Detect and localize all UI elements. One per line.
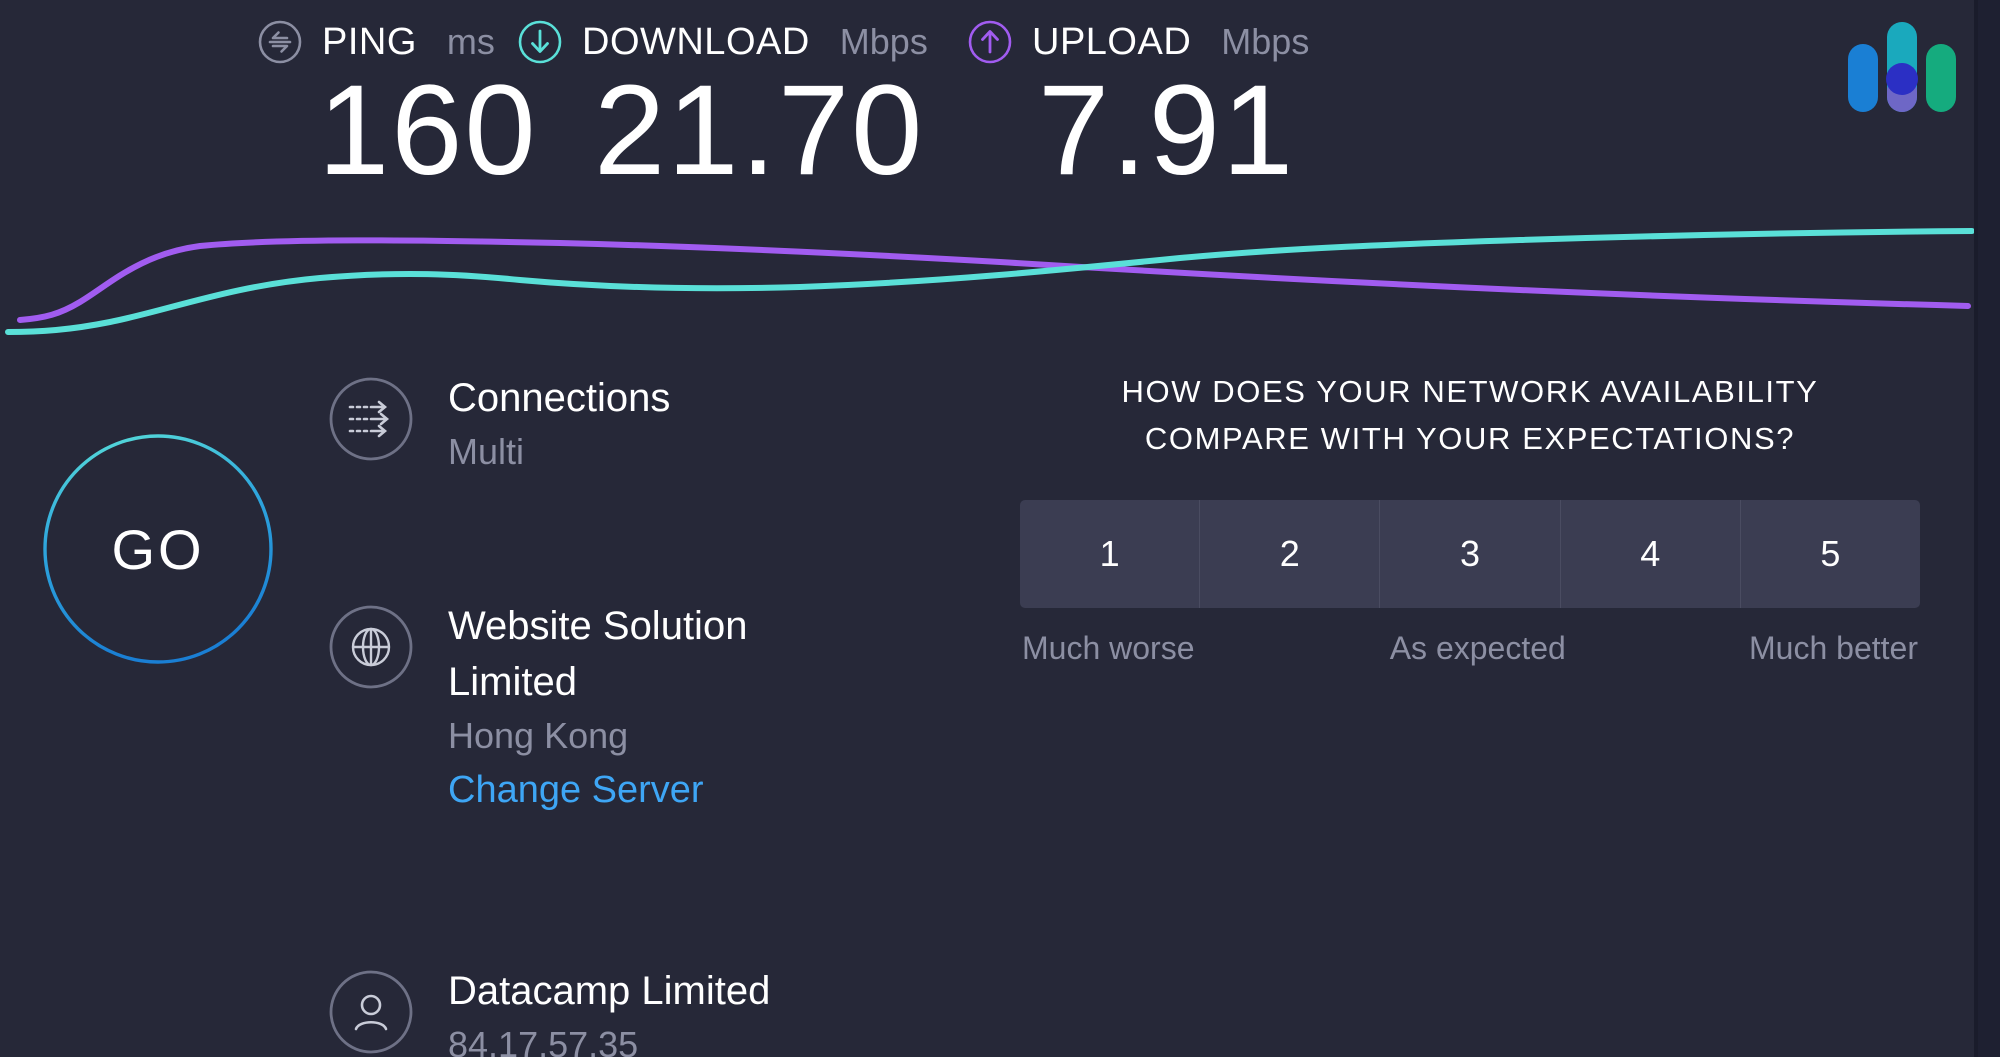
rating-option-2[interactable]: 2 [1200,500,1381,609]
connection-info: Connections Multi Website Solution Limit… [320,376,800,1057]
isp-name: Datacamp Limited [448,969,771,1014]
metric-ping-value: 160 [318,59,538,202]
rating-option-3[interactable]: 3 [1380,500,1561,609]
rating-option-5[interactable]: 5 [1740,500,1920,609]
scale-label-low: Much worse [1022,630,1195,667]
info-row-server: Website Solution Limited Hong Kong Chang… [320,598,800,819]
metric-ping: PING ms 160 [258,14,538,202]
info-row-isp: Datacamp Limited 84.17.57.35 [320,963,800,1057]
graph-line-download [5,228,1975,335]
go-button[interactable]: GO [42,433,274,665]
globe-icon [328,604,414,690]
metric-download-unit: Mbps [839,21,928,62]
metric-download: DOWNLOAD Mbps 21.70 [518,14,928,202]
connections-value: Multi [448,431,525,472]
metric-upload-unit: Mbps [1221,21,1310,62]
metric-download-value: 21.70 [594,59,925,202]
go-button-label: GO [111,517,205,581]
metric-upload: UPLOAD Mbps 7.91 [968,14,1310,202]
speedtest-ookla-logo[interactable] [1840,8,1960,113]
survey-question: HOW DOES YOUR NETWORK AVAILABILITY COMPA… [1121,374,1819,457]
metric-upload-value: 7.91 [1038,59,1296,202]
metric-ping-title: PING [322,20,417,63]
page-edge-strip [1978,0,2000,1057]
ping-exchange-icon [256,18,304,66]
survey-rating-group: 1 2 3 4 5 [1020,500,1920,609]
server-location: Hong Kong [448,715,629,757]
metrics-bar: PING ms 160 DOWNLOAD Mbps 21.70 UPLOAD M… [0,0,1978,230]
metric-upload-title: UPLOAD [1032,20,1192,63]
network-survey: HOW DOES YOUR NETWORK AVAILABILITY COMPA… [1020,374,1920,667]
lower-panel: GO Connections Multi Website Solution Li… [0,374,1978,1057]
change-server-link[interactable]: Change Server [448,762,800,819]
info-row-connections: Connections Multi [320,370,800,478]
server-name: Website Solution Limited [448,604,748,705]
connections-arrows-icon [328,376,414,462]
isp-ip-address: 84.17.57.35 [448,1024,639,1057]
download-arrow-icon [516,18,564,66]
speedtest-result-page: PING ms 160 DOWNLOAD Mbps 21.70 UPLOAD M… [0,0,2000,1057]
survey-scale-labels: Much worse As expected Much better [1020,630,1920,667]
scale-label-mid: As expected [1389,630,1566,667]
upload-arrow-icon [966,18,1014,66]
rating-option-4[interactable]: 4 [1560,500,1741,609]
speed-graph [0,210,1978,390]
connections-label: Connections [448,376,671,420]
metric-ping-unit: ms [446,21,495,62]
user-icon [328,969,414,1055]
rating-option-1[interactable]: 1 [1020,500,1201,609]
scale-label-high: Much better [1749,630,1918,667]
metric-download-title: DOWNLOAD [582,20,810,63]
